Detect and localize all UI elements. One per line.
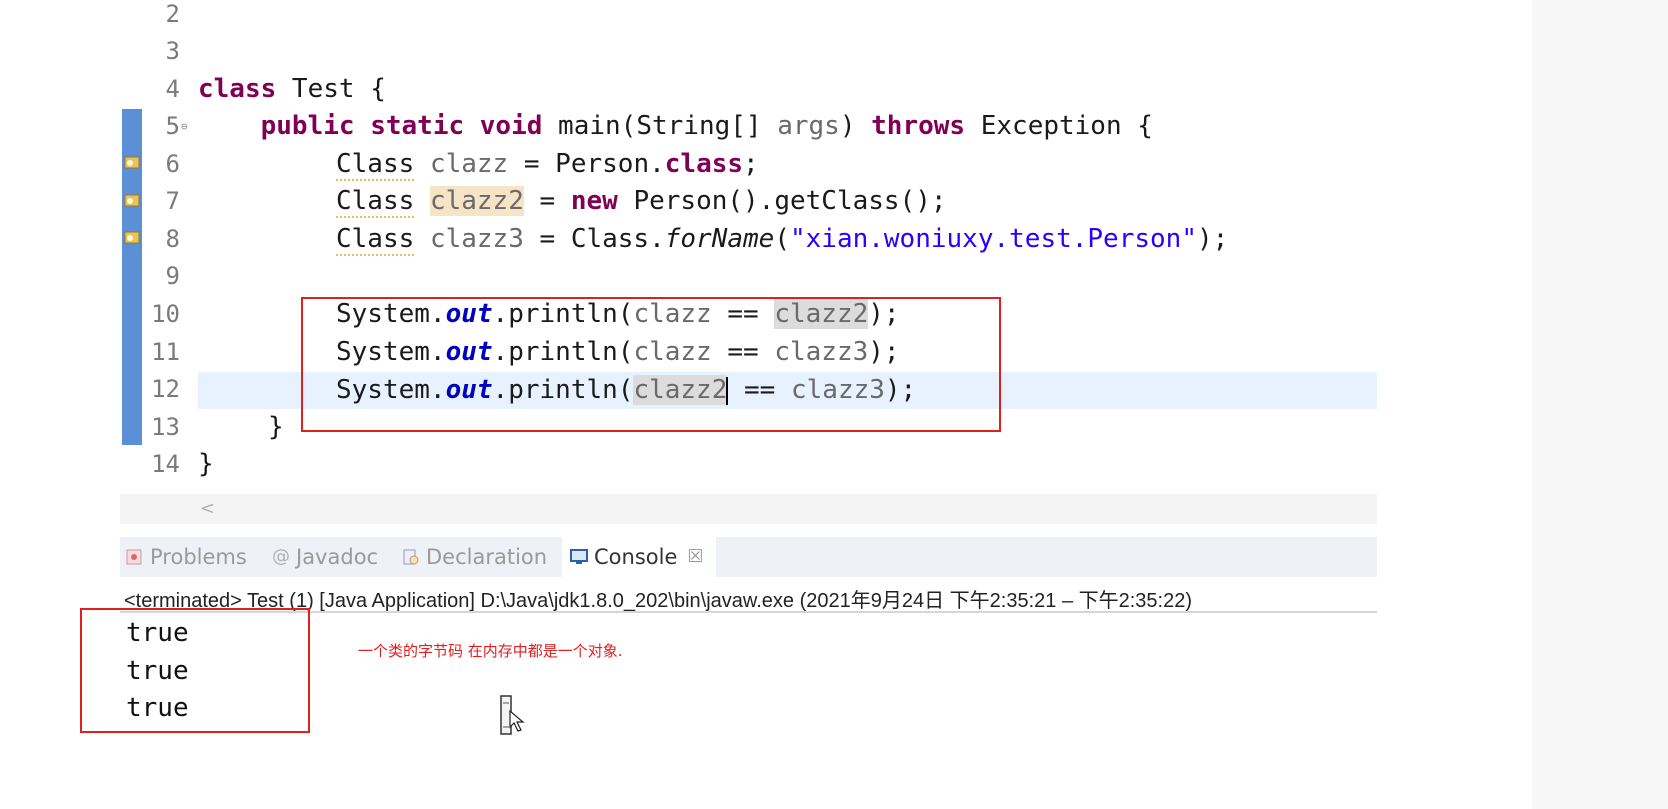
console-icon [570, 549, 588, 564]
code-line-6[interactable]: Class clazz = Person.class; [336, 146, 759, 183]
tab-declaration[interactable]: Declaration [402, 537, 547, 577]
line-number: 11 [151, 338, 180, 366]
variable: clazz3 [429, 224, 524, 254]
line-number: 3 [165, 37, 180, 65]
tab-problems[interactable]: Problems [126, 537, 247, 577]
background-strip [1532, 0, 1668, 809]
tab-javadoc[interactable]: @ Javadoc [272, 537, 378, 577]
code-text: ( [774, 224, 790, 254]
code-text: Person().getClass(); [617, 186, 947, 216]
code-text: = Class. [523, 224, 665, 254]
tab-label: Javadoc [296, 545, 379, 569]
tab-label: Declaration [426, 545, 548, 569]
variable: clazz [429, 149, 509, 179]
code-text: main(String[] [542, 111, 778, 141]
code-text: = Person. [508, 149, 665, 179]
annotation-box [301, 297, 1001, 432]
tab-console[interactable]: Console ☒ [562, 537, 716, 577]
line-number: 14 [151, 450, 180, 478]
type-name: Class [336, 186, 415, 218]
problems-icon [126, 549, 142, 565]
line-number: 8 [165, 225, 180, 253]
code-line-14[interactable]: } [198, 446, 214, 483]
code-text: ) [839, 111, 872, 141]
variable: clazz2 [429, 186, 524, 216]
line-number: 10 [151, 300, 180, 328]
keyword: void [479, 111, 543, 141]
code-text: Exception { [965, 111, 1153, 141]
panel-tab-bar: Problems @ Javadoc Declaration Console ☒ [120, 537, 1377, 577]
horizontal-scrollbar[interactable] [120, 494, 1377, 524]
declaration-icon [403, 549, 419, 565]
line-number: 13 [151, 413, 180, 441]
code-line-7[interactable]: Class clazz2 = new Person().getClass(); [336, 183, 947, 220]
keyword: new [570, 186, 618, 216]
warning-marker-icon[interactable] [124, 155, 141, 170]
type-name: Class [336, 149, 415, 181]
code-line-13[interactable]: } [268, 409, 284, 446]
code-text: ; [743, 149, 759, 179]
keyword: throws [871, 111, 966, 141]
line-number: 12 [151, 375, 180, 403]
line-number: 4 [165, 75, 180, 103]
line-number: 5 [165, 112, 180, 140]
mouse-cursor-icon [500, 695, 525, 735]
line-number: 7 [165, 187, 180, 215]
output-annotation-box [80, 608, 310, 733]
code-line-4[interactable]: class Test { [198, 71, 386, 108]
code-line-8[interactable]: Class clazz3 = Class.forName("xian.woniu… [336, 221, 1228, 258]
tab-label: Console [594, 545, 678, 569]
annotation-note: 一个类的字节码 在内存中都是一个对象. [358, 642, 623, 660]
warning-marker-icon[interactable] [124, 193, 141, 208]
keyword: class [664, 149, 744, 179]
keyword: static [370, 111, 465, 141]
parameter: args [777, 111, 840, 141]
type-name: Class [336, 224, 415, 256]
close-icon[interactable]: ☒ [687, 536, 703, 578]
javadoc-icon: @ [272, 546, 290, 567]
keyword: class [198, 74, 277, 104]
code-line-5[interactable]: public static void main(String[] args) t… [198, 108, 1153, 145]
code-text: = [523, 186, 571, 216]
collapse-icon[interactable]: ⊖ [181, 120, 188, 133]
warning-marker-icon[interactable] [124, 230, 141, 245]
line-number: 9 [165, 262, 180, 290]
method-name: forName [664, 224, 775, 254]
string-literal: "xian.woniuxy.test.Person" [789, 224, 1197, 254]
keyword: public [260, 111, 355, 141]
code-text: ); [1196, 224, 1229, 254]
line-number: 6 [165, 150, 180, 178]
code-text: Test { [276, 74, 386, 104]
scroll-left-icon[interactable]: < [200, 494, 215, 524]
line-number: 2 [165, 0, 180, 28]
tab-label: Problems [150, 545, 247, 569]
